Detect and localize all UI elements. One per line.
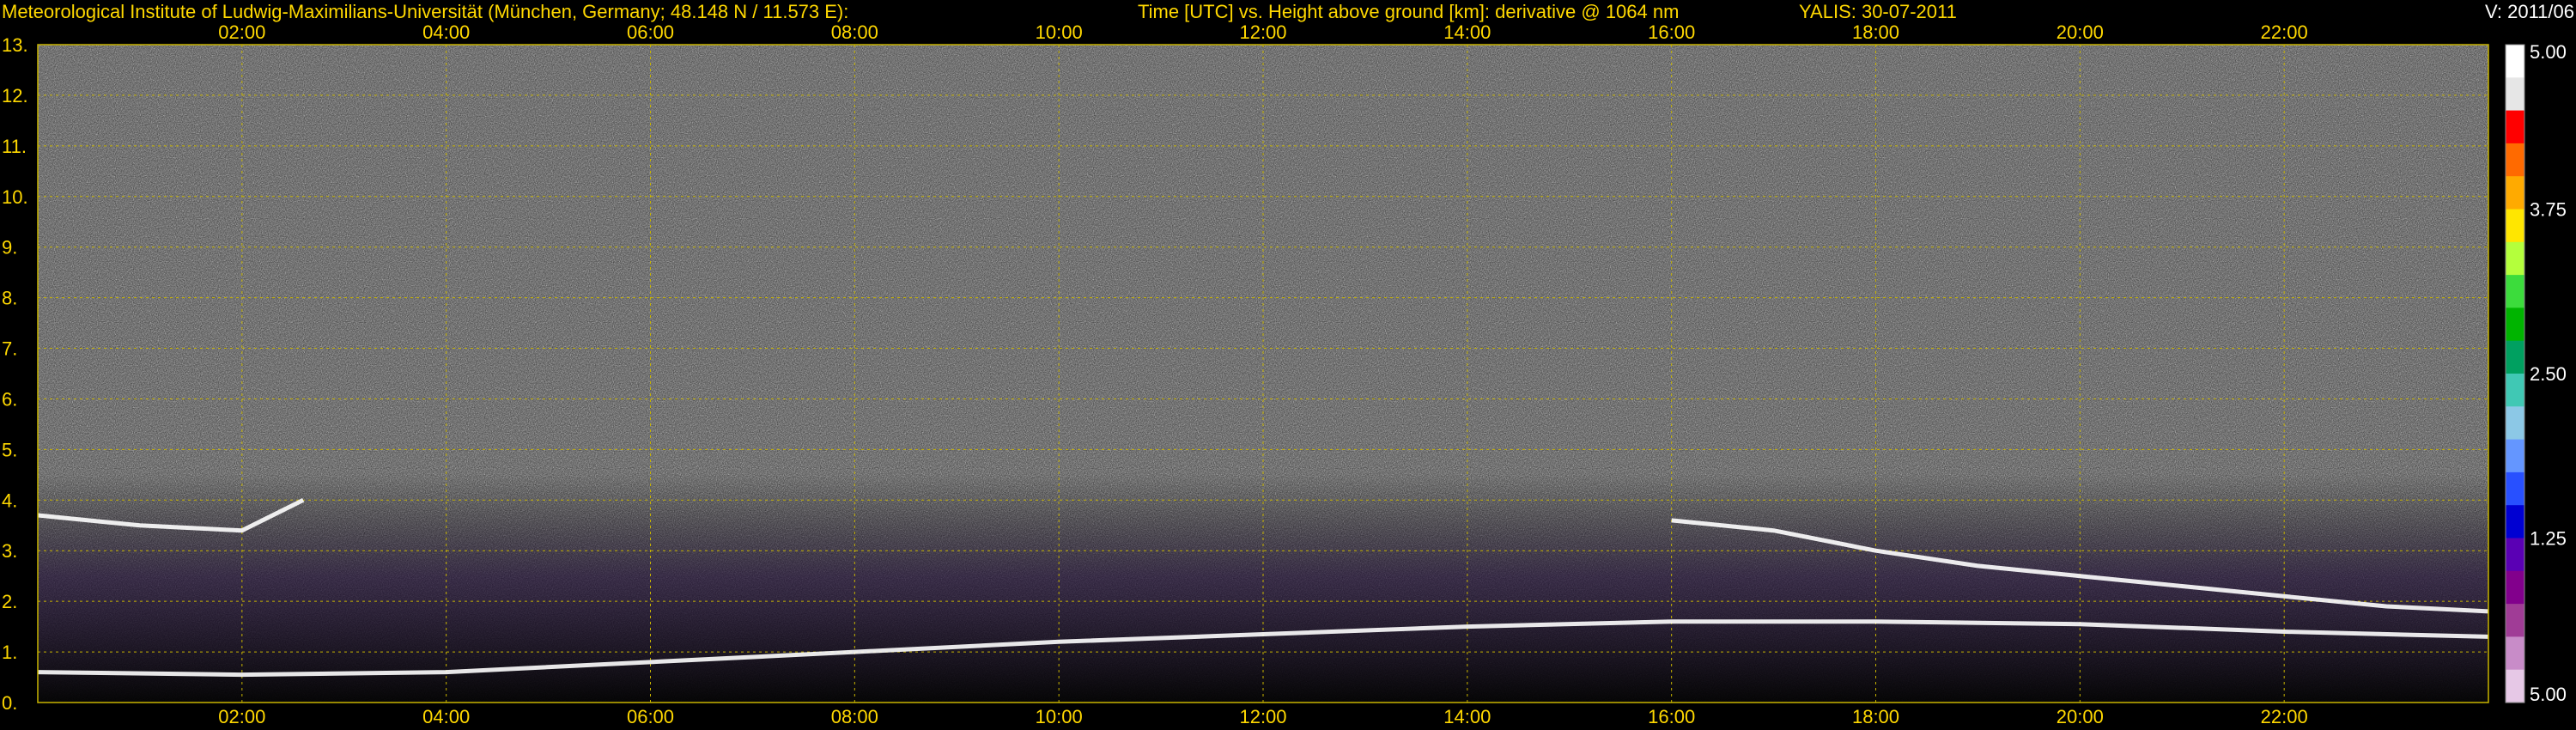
colorbar-swatch xyxy=(2506,439,2524,473)
lidar-chart: 0. 1. 2. 3. 4. 5. 6. 7. 8. 9. 10. 11. 12. 13. 02:00 04… xyxy=(2,21,2567,727)
colorbar-swatch xyxy=(2506,275,2524,308)
x-tick-label-bottom: 06:00 xyxy=(627,706,674,727)
y-tick-label: 5. xyxy=(2,439,17,460)
x-tick-label-bottom: 18:00 xyxy=(1852,706,1899,727)
y-tick-label: 0. xyxy=(2,692,17,714)
x-tick-label-bottom: 14:00 xyxy=(1443,706,1491,727)
colorbar-swatch xyxy=(2506,538,2524,572)
y-tick-label: 1. xyxy=(2,642,17,663)
colorbar-swatch xyxy=(2506,143,2524,177)
colorbar-swatch xyxy=(2506,374,2524,407)
colorbar-swatch xyxy=(2506,241,2524,276)
x-tick-label-top: 04:00 xyxy=(422,21,470,43)
plot-area xyxy=(38,45,2488,703)
x-tick-label-bottom: 08:00 xyxy=(831,706,878,727)
x-tick-label-top: 10:00 xyxy=(1036,21,1083,43)
y-tick-label: 13. xyxy=(2,34,28,56)
x-tick-label-top: 08:00 xyxy=(831,21,878,43)
colorbar-label: 3.75 xyxy=(2530,199,2567,221)
colorbar-swatch xyxy=(2506,604,2524,637)
y-tick-label: 12. xyxy=(2,85,28,106)
colorbar-swatch xyxy=(2506,209,2524,243)
y-tick-label: 6. xyxy=(2,388,17,410)
y-axis-ticks: 0. 1. 2. 3. 4. 5. 6. 7. 8. 9. 10. 11. 12. 13. xyxy=(2,34,28,714)
x-tick-label-top: 18:00 xyxy=(1852,21,1899,43)
x-tick-label-bottom: 04:00 xyxy=(422,706,470,727)
x-tick-label-bottom: 20:00 xyxy=(2057,706,2104,727)
colorbar-swatch xyxy=(2506,669,2524,703)
x-tick-label-top: 20:00 xyxy=(2057,21,2104,43)
x-tick-label-bottom: 10:00 xyxy=(1036,706,1083,727)
x-axis-ticks-top: 02:00 04:00 06:00 08:00 10:00 12:00 14:00 16:00… xyxy=(218,21,2307,43)
x-tick-label-top: 06:00 xyxy=(627,21,674,43)
y-tick-label: 4. xyxy=(2,490,17,511)
colorbar-swatch xyxy=(2506,636,2524,671)
y-tick-label: 3. xyxy=(2,540,17,562)
colorbar-label: 5.00 xyxy=(2530,41,2567,63)
x-axis-ticks-bottom: 02:00 04:00 06:00 08:00 10:00 12:00 14:00 16:00… xyxy=(218,706,2307,727)
x-tick-label-top: 22:00 xyxy=(2261,21,2308,43)
colorbar-swatch xyxy=(2506,77,2524,112)
colorbar-swatch xyxy=(2506,176,2524,210)
colorbar-label: 1.25 xyxy=(2530,528,2567,550)
y-tick-label: 7. xyxy=(2,338,17,360)
y-tick-label: 8. xyxy=(2,288,17,309)
colorbar-swatch xyxy=(2506,406,2524,441)
colorbar-swatch xyxy=(2506,307,2524,342)
x-tick-label-top: 02:00 xyxy=(218,21,265,43)
y-tick-label: 11. xyxy=(2,136,27,157)
x-tick-label-bottom: 16:00 xyxy=(1648,706,1695,727)
y-tick-label: 2. xyxy=(2,591,17,612)
x-tick-label-top: 14:00 xyxy=(1443,21,1491,43)
y-tick-label: 10. xyxy=(2,186,28,208)
colorbar-swatch xyxy=(2506,570,2524,605)
x-tick-label-top: 12:00 xyxy=(1239,21,1286,43)
x-tick-label-bottom: 22:00 xyxy=(2261,706,2308,727)
colorbar-labels: 5.00 3.75 2.50 1.25 5.00 xyxy=(2530,41,2567,705)
x-tick-label-bottom: 12:00 xyxy=(1239,706,1286,727)
colorbar-swatch xyxy=(2506,471,2524,506)
colorbar-swatch xyxy=(2506,110,2524,144)
colorbar-swatch xyxy=(2506,45,2524,78)
x-tick-label-top: 16:00 xyxy=(1648,21,1695,43)
colorbar-swatch xyxy=(2506,505,2524,539)
colorbar-label: 5.00 xyxy=(2530,684,2567,705)
colorbar-label: 2.50 xyxy=(2530,363,2567,385)
x-tick-label-bottom: 02:00 xyxy=(218,706,265,727)
colorbar-swatch xyxy=(2506,340,2524,374)
y-tick-label: 9. xyxy=(2,237,17,259)
colorbar xyxy=(2505,44,2525,703)
